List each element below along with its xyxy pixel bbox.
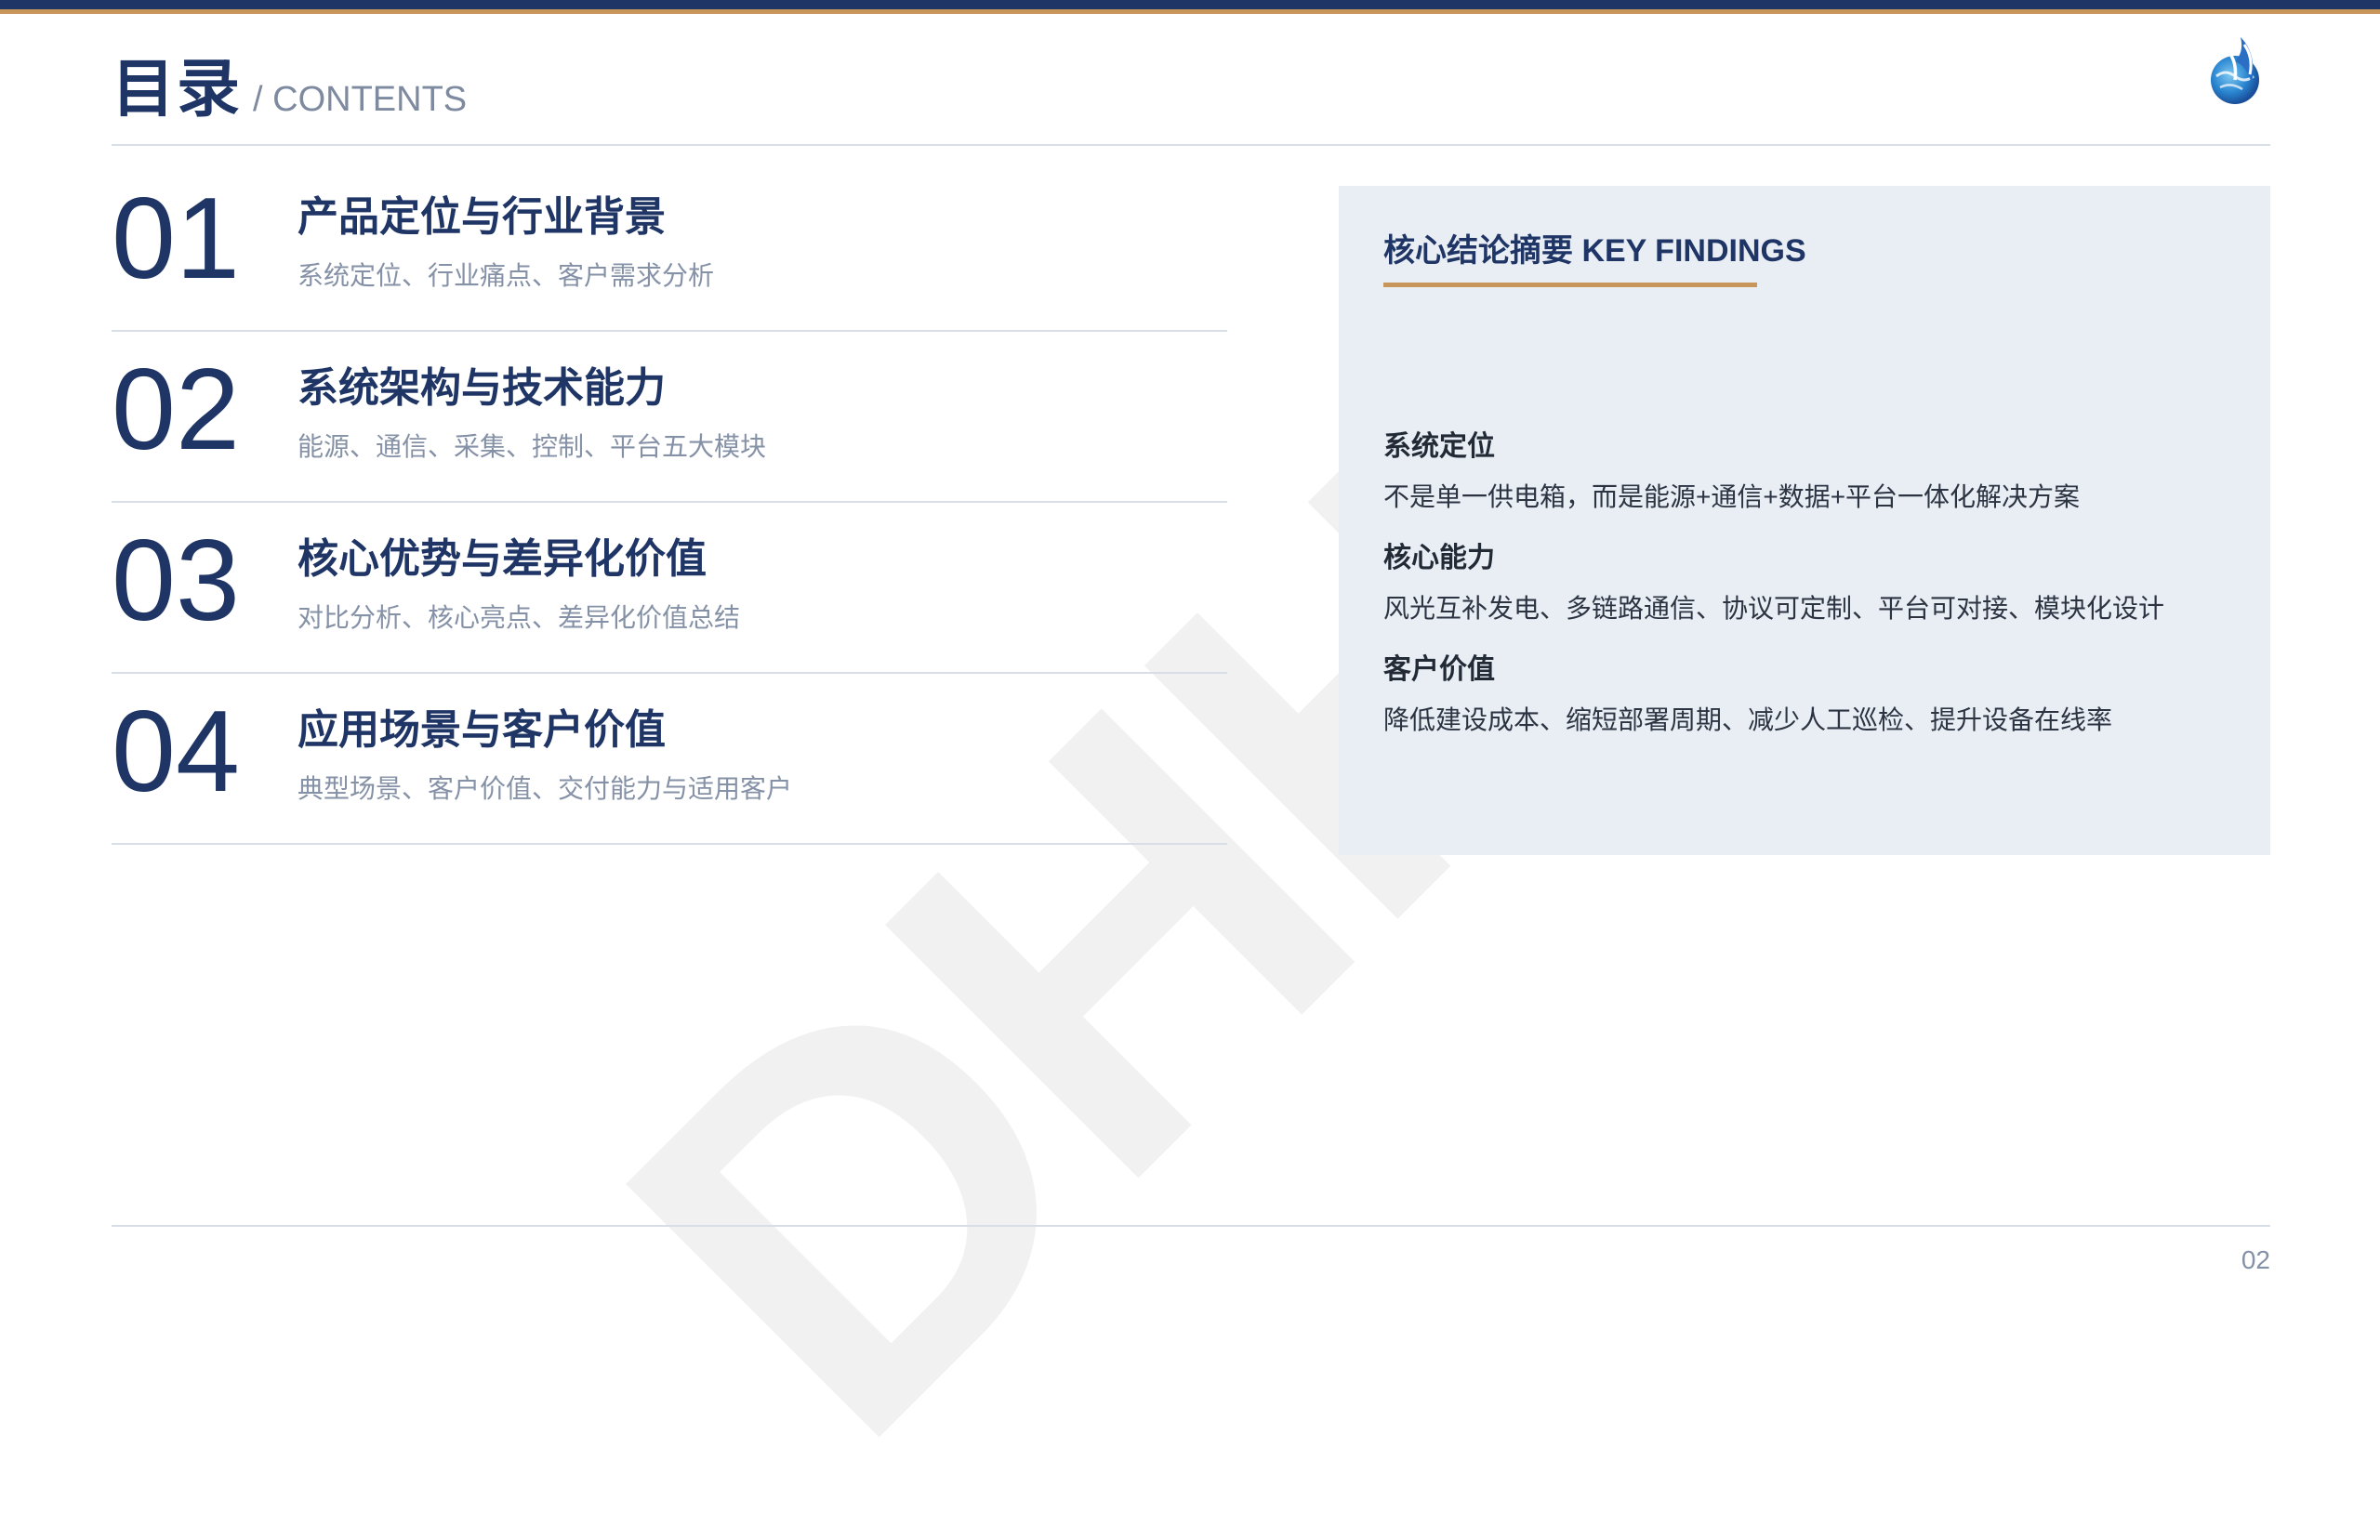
company-logo-icon [2211, 37, 2259, 104]
toc-title: 应用场景与客户价值 [298, 707, 666, 753]
findings-title: 核心结论摘要 KEY FINDINGS [1383, 233, 1806, 269]
finding-text: 不是单一供电箱，而是能源+通信+数据+平台一体化解决方案 [1383, 482, 2081, 511]
table-of-contents: 01 产品定位与行业背景 系统定位、行业痛点、客户需求分析 02 系统架构与技术… [112, 163, 1227, 847]
page-header: 目录 / CONTENTS [112, 37, 467, 129]
toc-title: 产品定位与行业背景 [298, 194, 666, 240]
toc-number: 02 [112, 346, 240, 474]
finding-label: 客户价值 [1383, 654, 1495, 685]
findings-list: 系统定位 不是单一供电箱，而是能源+通信+数据+平台一体化解决方案 核心能力 风… [1383, 423, 2239, 757]
toc-description: 典型场景、客户价值、交付能力与适用客户 [298, 774, 793, 803]
toc-item[interactable]: 02 系统架构与技术能力 能源、通信、采集、控制、平台五大模块 [112, 334, 1227, 503]
page-title: 目录 [112, 54, 243, 125]
finding-text: 风光互补发电、多链路通信、协议可定制、平台可对接、模块化设计 [1383, 594, 2165, 623]
toc-description: 系统定位、行业痛点、客户需求分析 [298, 261, 715, 290]
toc-description: 能源、通信、采集、控制、平台五大模块 [298, 432, 767, 461]
finding-text: 降低建设成本、缩短部署周期、减少人工巡检、提升设备在线率 [1383, 705, 2113, 734]
toc-item[interactable]: 01 产品定位与行业背景 系统定位、行业痛点、客户需求分析 [112, 163, 1227, 332]
findings-title-underline [1383, 283, 1757, 287]
top-bar-accent [0, 9, 2380, 14]
toc-title: 系统架构与技术能力 [298, 365, 666, 411]
finding-label: 核心能力 [1383, 543, 1495, 573]
toc-number: 04 [112, 688, 240, 816]
toc-item[interactable]: 04 应用场景与客户价值 典型场景、客户价值、交付能力与适用客户 [112, 676, 1227, 845]
page-subtitle: / CONTENTS [253, 80, 468, 119]
page-number: 02 [2241, 1245, 2270, 1274]
toc-title: 核心优势与差异化价值 [298, 536, 707, 582]
toc-item[interactable]: 03 核心优势与差异化价值 对比分析、核心亮点、差异化价值总结 [112, 505, 1227, 674]
top-bar [0, 0, 2380, 9]
toc-number: 01 [112, 175, 240, 303]
header-divider [112, 144, 2270, 146]
toc-number: 03 [112, 517, 240, 645]
footer-divider [112, 1225, 2270, 1227]
key-findings-panel: 核心结论摘要 KEY FINDINGS 系统定位 不是单一供电箱，而是能源+通信… [1339, 186, 2270, 855]
finding-label: 系统定位 [1383, 431, 1495, 462]
toc-description: 对比分析、核心亮点、差异化价值总结 [298, 603, 741, 632]
